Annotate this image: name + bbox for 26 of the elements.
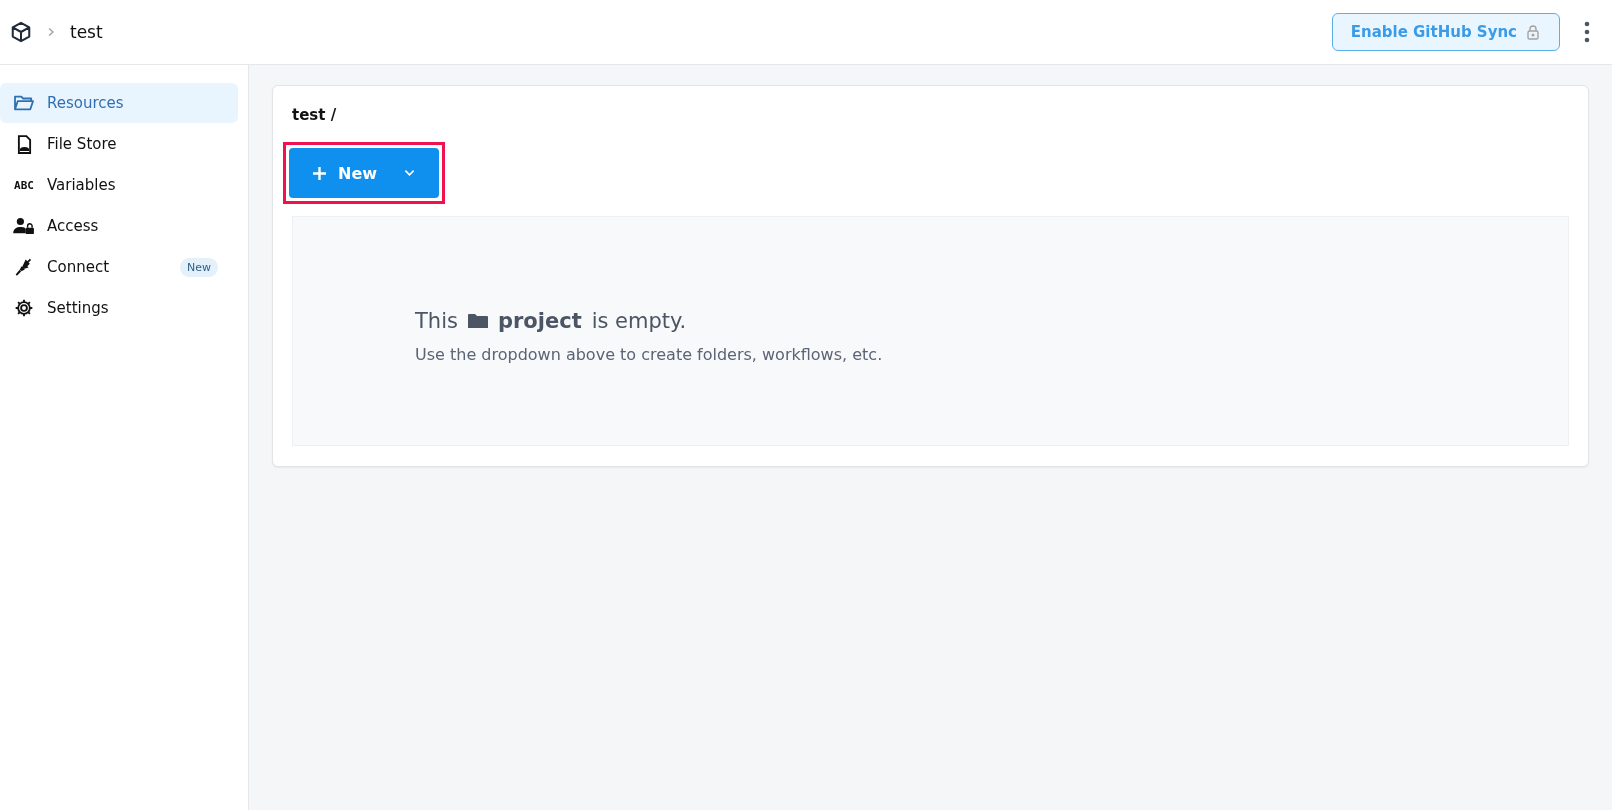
breadcrumb-link[interactable]: test bbox=[70, 22, 103, 42]
abc-icon: ABC bbox=[14, 178, 34, 192]
chevron-right-icon bbox=[46, 27, 56, 37]
sidebar-item[interactable]: Connect New bbox=[0, 247, 238, 287]
chevron-down-icon bbox=[404, 169, 415, 177]
sidebar-item[interactable]: Settings bbox=[0, 288, 238, 328]
sidebar-item[interactable]: File Store bbox=[0, 124, 238, 164]
plug-icon bbox=[14, 257, 34, 277]
empty-title-bold: project bbox=[497, 309, 582, 333]
file-icon bbox=[16, 134, 32, 154]
sidebar-item[interactable]: Access bbox=[0, 206, 238, 246]
more-menu-icon[interactable] bbox=[1584, 21, 1590, 43]
empty-hint: Use the dropdown above to create folders, workflows, etc. bbox=[415, 345, 884, 364]
folder-icon bbox=[467, 313, 488, 329]
empty-title-text: is empty. bbox=[591, 309, 687, 333]
new-badge: New bbox=[180, 257, 218, 277]
empty-title-text: This bbox=[415, 309, 458, 333]
lock-icon bbox=[1525, 24, 1541, 40]
settings-icon bbox=[14, 298, 34, 318]
folder-icon bbox=[13, 94, 35, 112]
cube-icon[interactable] bbox=[10, 21, 32, 43]
path-title: test / bbox=[292, 106, 338, 124]
plus-icon bbox=[313, 166, 326, 180]
sidebar-item[interactable]: ABC Variables bbox=[0, 165, 238, 205]
user-lock-icon bbox=[13, 217, 35, 235]
sidebar-item[interactable]: Resources bbox=[0, 83, 238, 123]
